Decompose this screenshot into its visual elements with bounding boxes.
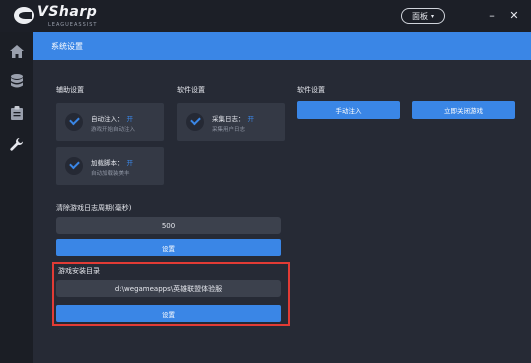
close-game-button[interactable]: 立即关闭游戏 (412, 101, 515, 119)
load-script-label: 加载脚本： (91, 159, 124, 167)
logo-text: VSharp (37, 4, 98, 20)
clipboard-icon[interactable] (0, 98, 33, 128)
load-script-state: 开 (126, 159, 134, 167)
software-settings-title-2: 软件设置 (297, 86, 325, 94)
auto-inject-desc: 游戏开始自动注入 (91, 127, 136, 133)
assist-settings-title: 辅助设置 (56, 86, 84, 94)
panel-button[interactable]: 面板 ▾ (401, 8, 445, 24)
collect-log-card[interactable]: 采集日志：开 采集用户日志 (177, 103, 285, 141)
app-logo: VSharp LEAGUEASSIST (14, 4, 144, 30)
panel-button-label: 面板 (411, 11, 428, 21)
minimize-button[interactable]: – (485, 7, 499, 23)
page-title: 系统设置 (51, 42, 83, 51)
chevron-down-icon: ▾ (430, 12, 434, 20)
collect-log-state: 开 (247, 115, 255, 123)
set-game-dir-button[interactable]: 设置 (56, 305, 281, 322)
check-icon (65, 157, 83, 175)
title-bar: VSharp LEAGUEASSIST 面板 ▾ – ✕ (0, 0, 531, 32)
clear-log-period-title: 清除游戏日志周期(毫秒) (56, 204, 132, 212)
close-button[interactable]: ✕ (507, 7, 521, 23)
collect-log-desc: 采集用户日志 (212, 127, 246, 133)
auto-inject-label: 自动注入： (91, 115, 124, 123)
logo-subtitle: LEAGUEASSIST (48, 22, 98, 28)
set-log-period-button[interactable]: 设置 (56, 239, 281, 256)
home-icon[interactable] (0, 36, 33, 66)
auto-inject-state: 开 (126, 115, 134, 123)
auto-inject-card[interactable]: 自动注入：开 游戏开始自动注入 (56, 103, 164, 141)
sidebar (0, 32, 33, 363)
game-dir-title: 游戏安装目录 (58, 267, 100, 275)
manual-inject-button[interactable]: 手动注入 (297, 101, 400, 119)
wrench-icon[interactable] (0, 129, 33, 159)
logo-icon (14, 7, 34, 24)
page-banner: 系统设置 (33, 32, 531, 60)
log-period-input[interactable]: 500 (56, 217, 281, 234)
load-script-card[interactable]: 加载脚本：开 自动加载装美丰 (56, 147, 164, 185)
load-script-desc: 自动加载装美丰 (91, 171, 130, 177)
check-icon (65, 113, 83, 131)
game-dir-input[interactable]: d:\wegameapps\英雄联盟体验服 (56, 280, 281, 297)
check-icon (186, 113, 204, 131)
software-settings-title: 软件设置 (177, 86, 205, 94)
database-icon[interactable] (0, 66, 33, 96)
collect-log-label: 采集日志： (212, 115, 245, 123)
